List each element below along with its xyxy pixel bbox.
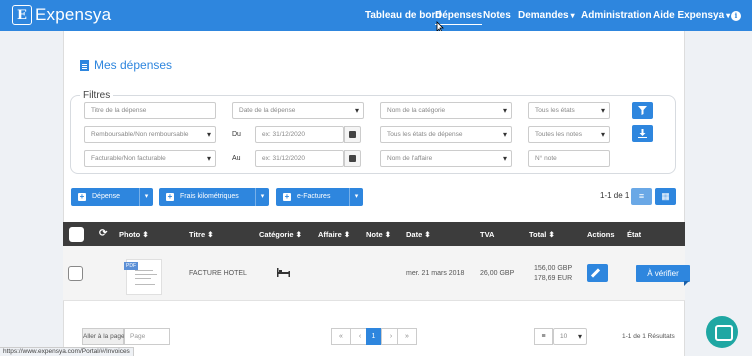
main-panel xyxy=(63,31,685,356)
col-affaire[interactable]: Affaire ⬍ xyxy=(318,230,350,239)
nav-aide-expensya[interactable]: Aide Expensya ▾ xyxy=(653,10,730,21)
row-total-primary: 156,00 GBP xyxy=(534,265,573,272)
row-total-secondary: 178,69 EUR xyxy=(534,275,573,282)
date-filter-select[interactable]: Date de la dépense xyxy=(232,102,364,119)
top-navbar: E Expensya Tableau de bord Dépenses Note… xyxy=(0,0,752,31)
states-filter-select[interactable]: Tous les états xyxy=(528,102,610,119)
status-badge[interactable]: À vérifier xyxy=(636,265,690,282)
col-titre[interactable]: Titre ⬍ xyxy=(189,230,214,239)
browser-status-url: https://www.expensya.com/Portal/#/Invoic… xyxy=(0,347,134,356)
download-icon xyxy=(638,129,647,138)
category-filter-select[interactable]: Nom de la catégorie xyxy=(380,102,512,119)
add-expense-button[interactable]: + Dépense ▾ xyxy=(71,188,153,206)
to-date-input[interactable]: ex: 31/12/2020 xyxy=(255,150,344,167)
col-etat: État xyxy=(627,230,642,239)
status-badge-tip xyxy=(684,281,689,286)
logo-mark: E xyxy=(12,5,32,25)
nav-demandes-label: Demandes xyxy=(518,10,569,21)
filter-icon xyxy=(638,106,647,115)
col-actions: Actions xyxy=(587,230,615,239)
document-icon xyxy=(80,59,89,71)
receipt-thumbnail[interactable]: PDF xyxy=(124,259,162,295)
refresh-icon[interactable]: ⟳ xyxy=(99,228,107,239)
list-icon: ≡ xyxy=(534,328,553,345)
add-expense-label: Dépense xyxy=(92,193,121,200)
title-filter-input[interactable]: Titre de la dépense xyxy=(84,102,216,119)
filters-legend: Filtres xyxy=(80,90,114,101)
pagination-results: 1-1 de 1 Résultats xyxy=(622,333,675,340)
calendar-icon[interactable] xyxy=(344,126,361,143)
chevron-down-icon[interactable]: ▾ xyxy=(255,188,269,206)
nav-aide-label: Aide Expensya xyxy=(653,10,725,21)
billable-filter-select[interactable]: Facturable/Non facturable xyxy=(84,150,216,167)
from-date-input[interactable]: ex: 31/12/2020 xyxy=(255,126,344,143)
receipt-line xyxy=(135,270,153,271)
nav-tableau-de-bord[interactable]: Tableau de bord xyxy=(365,10,442,21)
row-date: mer. 21 mars 2018 xyxy=(406,270,465,277)
note-number-input[interactable]: N° note xyxy=(528,150,610,167)
add-mileage-label: Frais kilométriques xyxy=(180,193,239,200)
select-all-checkbox[interactable] xyxy=(69,227,84,242)
page-title: Mes dépenses xyxy=(80,58,172,72)
project-filter-select[interactable]: Nom de l'affaire xyxy=(380,150,512,167)
pdf-badge: PDF xyxy=(124,262,138,270)
chevron-down-icon: ▾ xyxy=(570,11,575,20)
col-note[interactable]: Note ⬍ xyxy=(366,230,391,239)
clear-filter-button[interactable] xyxy=(632,102,653,119)
col-total[interactable]: Total ⬍ xyxy=(529,230,555,239)
receipt-line xyxy=(135,278,151,279)
chevron-down-icon[interactable]: ▾ xyxy=(349,188,363,206)
add-einvoice-label: e-Factures xyxy=(297,193,331,200)
calendar-icon: ▦ xyxy=(661,191,670,201)
results-count: 1-1 de 1 xyxy=(600,191,630,200)
reimbursable-filter-select[interactable]: Remboursable/Non remboursable xyxy=(84,126,216,143)
chevron-down-icon[interactable]: ▾ xyxy=(139,188,153,206)
hotel-bed-icon xyxy=(277,268,290,277)
expensya-logo[interactable]: E Expensya xyxy=(12,5,111,25)
edit-pencil-icon[interactable] xyxy=(587,264,608,282)
calendar-icon[interactable] xyxy=(344,150,361,167)
export-button[interactable] xyxy=(632,125,653,142)
plus-icon: + xyxy=(283,192,291,201)
add-mileage-button[interactable]: + Frais kilométriques ▾ xyxy=(159,188,269,206)
page-size-select[interactable]: 10 xyxy=(553,328,587,345)
nav-notes[interactable]: Notes xyxy=(483,10,511,21)
chat-bubble-icon[interactable] xyxy=(706,316,738,348)
brand-name: Expensya xyxy=(35,5,112,24)
receipt-line xyxy=(135,284,155,285)
plus-icon: + xyxy=(78,192,86,201)
goto-page-label: Aller à la page xyxy=(82,328,125,345)
goto-page-input[interactable]: Page xyxy=(124,328,170,345)
list-view-button[interactable]: ≡ xyxy=(631,188,652,205)
current-page-button[interactable]: 1 xyxy=(366,328,381,345)
col-categorie[interactable]: Catégorie ⬍ xyxy=(259,230,302,239)
add-einvoice-button[interactable]: + e-Factures ▾ xyxy=(276,188,363,206)
last-page-button[interactable]: » xyxy=(397,328,417,345)
calendar-view-button[interactable]: ▦ xyxy=(655,188,676,205)
chevron-down-icon: ▾ xyxy=(726,11,731,20)
page-title-text: Mes dépenses xyxy=(94,58,173,72)
to-label: Au xyxy=(232,155,241,162)
info-icon[interactable]: i xyxy=(731,11,741,21)
nav-demandes[interactable]: Demandes ▾ xyxy=(518,10,575,21)
table-header: ⟳ Photo ⬍ Titre ⬍ Catégorie ⬍ Affaire ⬍ … xyxy=(63,222,685,246)
col-date[interactable]: Date ⬍ xyxy=(406,230,431,239)
list-icon: ≡ xyxy=(638,191,645,201)
receipt-line xyxy=(135,274,157,275)
first-page-button[interactable]: « xyxy=(331,328,351,345)
row-vat: 26,00 GBP xyxy=(480,270,515,277)
col-photo[interactable]: Photo ⬍ xyxy=(119,230,149,239)
row-title: FACTURE HOTEL xyxy=(189,270,247,277)
expense-states-filter-select[interactable]: Tous les états de dépense xyxy=(380,126,512,143)
nav-administration[interactable]: Administration xyxy=(581,10,652,21)
from-label: Du xyxy=(232,131,241,138)
plus-icon: + xyxy=(166,192,174,201)
col-tva: TVA xyxy=(480,230,495,239)
row-checkbox[interactable] xyxy=(68,266,83,281)
notes-filter-select[interactable]: Toutes les notes xyxy=(528,126,610,143)
